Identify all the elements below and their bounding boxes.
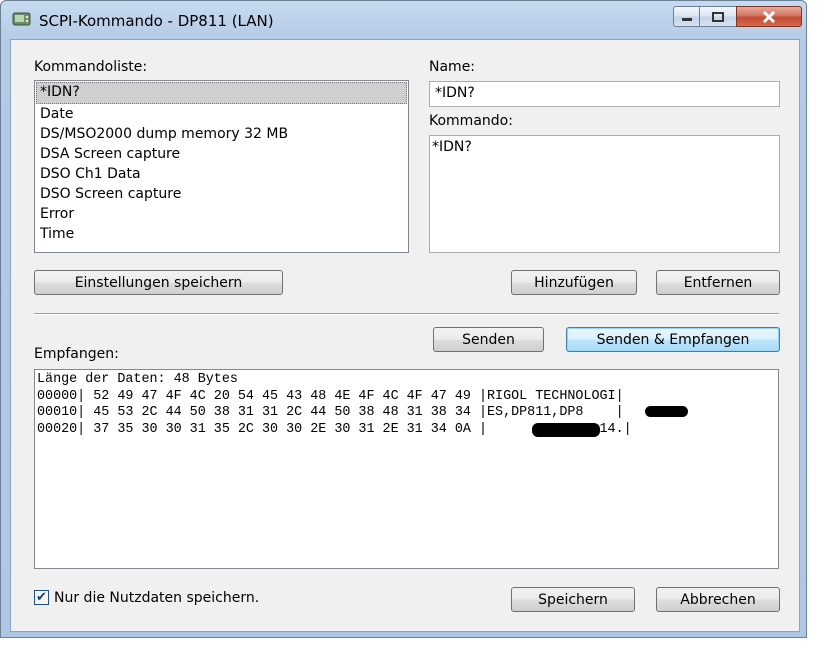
receive-output[interactable]: Länge der Daten: 48 Bytes 00000| 52 49 47… (34, 369, 779, 569)
scpi-command-window: SCPI-Kommando - DP811 (LAN) Kommandolist… (0, 0, 807, 638)
receive-line: 00000| 52 49 47 4F 4C 20 54 45 43 48 4E … (37, 388, 624, 404)
window-title: SCPI-Kommando - DP811 (LAN) (39, 12, 274, 30)
checkmark-icon: ✔ (36, 590, 47, 605)
save-button[interactable]: Speichern (511, 587, 635, 612)
app-icon (12, 12, 31, 26)
minimize-button[interactable] (673, 6, 700, 27)
list-item[interactable]: DSO Screen capture (36, 184, 407, 204)
command-listbox[interactable]: *IDN? Date DS/MSO2000 dump memory 32 MB … (34, 80, 409, 253)
payload-only-label[interactable]: Nur die Nutzdaten speichern. (54, 590, 259, 606)
dialog-client-area: Kommandoliste: *IDN? Date DS/MSO2000 dum… (10, 39, 800, 632)
list-item[interactable]: DS/MSO2000 dump memory 32 MB (36, 124, 407, 144)
redaction-mark (532, 423, 600, 437)
minimize-icon (681, 17, 692, 21)
title-bar[interactable]: SCPI-Kommando - DP811 (LAN) (1, 1, 806, 39)
payload-only-checkbox[interactable]: ✔ (34, 590, 49, 605)
list-item[interactable]: Error (36, 204, 407, 224)
receive-label: Empfangen: (34, 346, 119, 362)
redaction-mark (645, 406, 688, 417)
close-icon (762, 10, 776, 23)
separator (34, 313, 779, 315)
maximize-icon (712, 11, 724, 22)
name-input[interactable]: *IDN? (429, 81, 780, 107)
send-button[interactable]: Senden (433, 327, 544, 352)
list-item[interactable]: DSA Screen capture (36, 144, 407, 164)
command-list-label: Kommandoliste: (34, 59, 148, 75)
list-item[interactable]: Time (36, 224, 407, 244)
send-receive-button[interactable]: Senden & Empfangen (566, 327, 780, 352)
close-button[interactable] (736, 6, 802, 27)
command-label: Kommando: (429, 113, 513, 129)
cancel-button[interactable]: Abbrechen (656, 587, 780, 612)
list-item[interactable]: DSO Ch1 Data (36, 164, 407, 184)
remove-button[interactable]: Entfernen (656, 270, 780, 295)
receive-line: Länge der Daten: 48 Bytes (37, 372, 238, 387)
save-settings-button[interactable]: Einstellungen speichern (34, 270, 283, 295)
list-item[interactable]: *IDN? (36, 82, 407, 104)
name-label: Name: (429, 59, 476, 75)
command-textarea[interactable]: *IDN? (429, 135, 780, 253)
receive-line: 00020| 37 35 30 30 31 35 2C 30 30 2E 30 … (37, 421, 632, 437)
list-item[interactable]: Date (36, 104, 407, 124)
add-button[interactable]: Hinzufügen (511, 270, 637, 295)
maximize-button[interactable] (699, 6, 737, 27)
